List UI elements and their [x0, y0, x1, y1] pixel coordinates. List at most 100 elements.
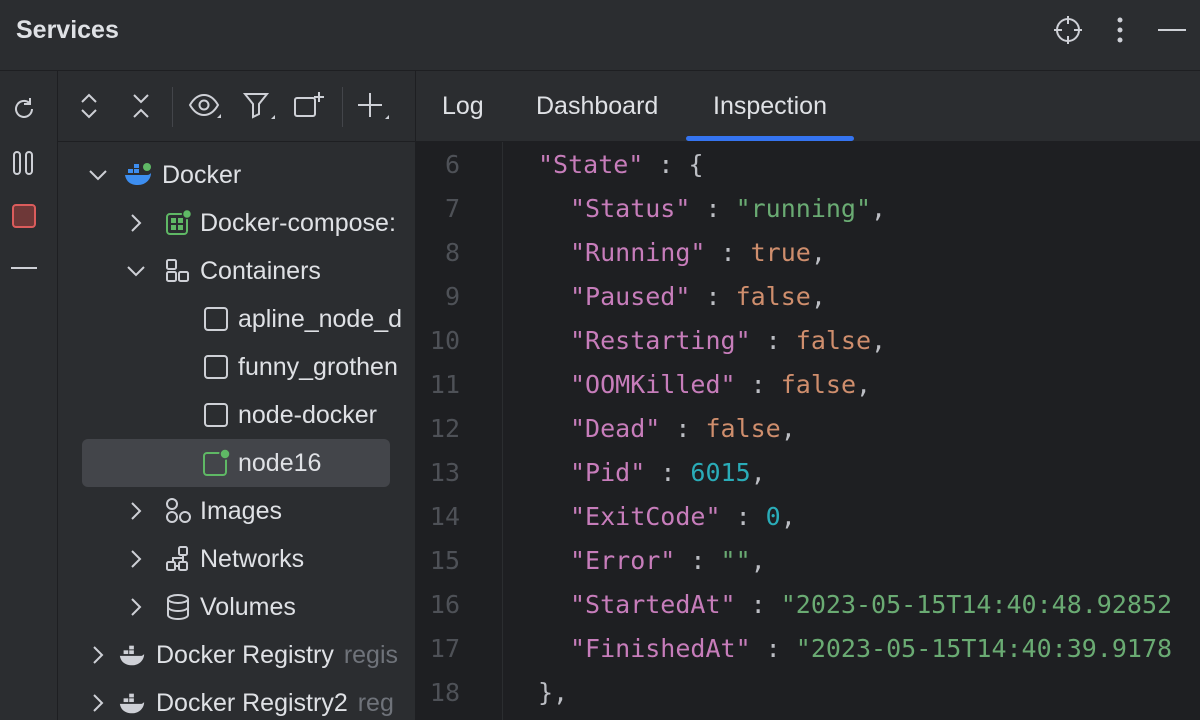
- minimize-icon[interactable]: [1156, 14, 1188, 46]
- tab-inspection-label: Inspection: [713, 91, 827, 120]
- line-number: 8: [444, 237, 460, 267]
- json-separator: :: [690, 193, 736, 223]
- toolbar-separator: [342, 87, 343, 127]
- json-separator: :: [645, 457, 691, 487]
- json-separator: :: [735, 369, 781, 399]
- more-options-icon[interactable]: [1104, 14, 1136, 46]
- line-number: 11: [429, 369, 460, 399]
- collapse-strip-icon[interactable]: [10, 254, 38, 282]
- stop-icon[interactable]: [10, 202, 38, 230]
- tree-item-containers[interactable]: Containers: [58, 247, 415, 295]
- details-panel: Log Dashboard Inspection 6 "State" : {7 "S…: [416, 71, 1200, 720]
- code-line: 12 "Dead" : false,: [416, 406, 1200, 450]
- json-key: "State": [538, 149, 644, 179]
- tree-item-apline-node-d[interactable]: apline_node_d: [58, 295, 415, 343]
- services-tree-panel: Docker Docker-compose: Containers apline_no…: [58, 71, 416, 720]
- code-content: "OOMKilled" : false,: [570, 370, 871, 399]
- collapse-all-icon[interactable]: [124, 89, 158, 123]
- tree-item-label: Docker: [162, 160, 242, 189]
- registry-icon: [118, 689, 146, 717]
- code-line: 6 "State" : {: [416, 142, 1200, 186]
- inspection-editor[interactable]: 6 "State" : {7 "Status" : "running", 8 "Runn…: [416, 142, 1200, 720]
- tree-item-node-docker[interactable]: node-docker: [58, 391, 415, 439]
- json-key: "Pid": [570, 457, 646, 487]
- tree-item-images[interactable]: Images: [58, 487, 415, 535]
- add-service-icon[interactable]: [356, 89, 390, 123]
- tree-item-label: Containers: [200, 256, 321, 285]
- json-value: },: [538, 677, 569, 707]
- tree-item-volumes[interactable]: Volumes: [58, 583, 415, 631]
- chevron-down-icon[interactable]: [126, 261, 146, 281]
- code-line: 11 "OOMKilled" : false,: [416, 362, 1200, 406]
- code-content: "Restarting" : false,: [570, 326, 886, 355]
- tree-item-node16[interactable]: node16: [58, 439, 415, 487]
- chevron-right-icon[interactable]: [126, 549, 146, 569]
- chevron-right-icon[interactable]: [126, 501, 146, 521]
- new-group-icon[interactable]: [292, 89, 326, 123]
- json-comma: ,: [810, 281, 826, 311]
- chevron-right-icon[interactable]: [88, 645, 108, 665]
- tree-item-networks[interactable]: Networks: [58, 535, 415, 583]
- code-line: 7 "Status" : "running",: [416, 186, 1200, 230]
- docker-icon: [124, 161, 152, 189]
- tree-item-hint: reg: [357, 688, 394, 717]
- json-key: "Restarting": [570, 325, 751, 355]
- json-value: "2023-05-15T14:40:39.9178: [795, 633, 1173, 663]
- line-number: 18: [429, 677, 460, 707]
- locate-icon[interactable]: [1052, 14, 1084, 46]
- json-key: "Status": [570, 193, 691, 223]
- json-comma: ,: [856, 369, 872, 399]
- tree-item-docker-registry2[interactable]: Docker Registry2 reg: [58, 679, 415, 720]
- view-options-icon[interactable]: [188, 89, 222, 123]
- chevron-right-icon[interactable]: [126, 597, 146, 617]
- tree-item-funny-grothen[interactable]: funny_grothen: [58, 343, 415, 391]
- line-number: 12: [429, 413, 460, 443]
- tree-item-docker-registry[interactable]: Docker Registry regis: [58, 631, 415, 679]
- tab-inspection[interactable]: Inspection: [686, 71, 854, 141]
- json-key: "Error": [570, 545, 676, 575]
- code-content: },: [538, 678, 568, 707]
- tree-item-docker-compose[interactable]: Docker-compose:: [58, 199, 415, 247]
- json-comma: ,: [871, 193, 887, 223]
- line-number: 16: [429, 589, 460, 619]
- code-content: "ExitCode" : 0,: [570, 502, 796, 531]
- tree-item-label: node16: [238, 448, 322, 477]
- chevron-right-icon[interactable]: [126, 213, 146, 233]
- json-separator: :: [705, 237, 751, 267]
- volumes-icon: [164, 593, 192, 621]
- filter-icon[interactable]: [242, 89, 276, 123]
- compose-icon: [164, 209, 192, 237]
- code-line: 17 "FinishedAt" : "2023-05-15T14:40:39.91…: [416, 626, 1200, 670]
- code-line: 15 "Error" : "",: [416, 538, 1200, 582]
- selection-highlight: [82, 439, 390, 487]
- tree-item-docker[interactable]: Docker: [58, 151, 415, 199]
- json-separator: :: [735, 589, 781, 619]
- pause-icon[interactable]: [10, 149, 38, 177]
- code-line: 13 "Pid" : 6015,: [416, 450, 1200, 494]
- tab-log-label: Log: [442, 91, 484, 120]
- line-number: 15: [429, 545, 460, 575]
- json-key: "Paused": [570, 281, 691, 311]
- tab-bar: Log Dashboard Inspection: [416, 71, 1200, 142]
- container-running-icon: [202, 449, 230, 477]
- json-key: "StartedAt": [570, 589, 736, 619]
- json-key: "FinishedAt": [570, 633, 751, 663]
- containers-icon: [164, 257, 192, 285]
- json-comma: ,: [750, 457, 766, 487]
- action-strip: [0, 71, 58, 720]
- json-separator: :: [660, 413, 706, 443]
- tree-item-label: Docker Registry2 reg: [156, 688, 394, 717]
- code-content: "Running" : true,: [570, 238, 826, 267]
- tab-dashboard-label: Dashboard: [536, 91, 659, 120]
- tab-log[interactable]: Log: [442, 71, 484, 141]
- networks-icon: [164, 545, 192, 573]
- tab-dashboard[interactable]: Dashboard: [536, 71, 658, 141]
- line-number: 9: [444, 281, 460, 311]
- chevron-right-icon[interactable]: [88, 693, 108, 713]
- tree-item-label: node-docker: [238, 400, 377, 429]
- title-bar: Services: [0, 0, 1200, 71]
- expand-all-icon[interactable]: [72, 89, 106, 123]
- refresh-icon[interactable]: [10, 95, 38, 123]
- json-key: "OOMKilled": [570, 369, 736, 399]
- chevron-down-icon[interactable]: [88, 165, 108, 185]
